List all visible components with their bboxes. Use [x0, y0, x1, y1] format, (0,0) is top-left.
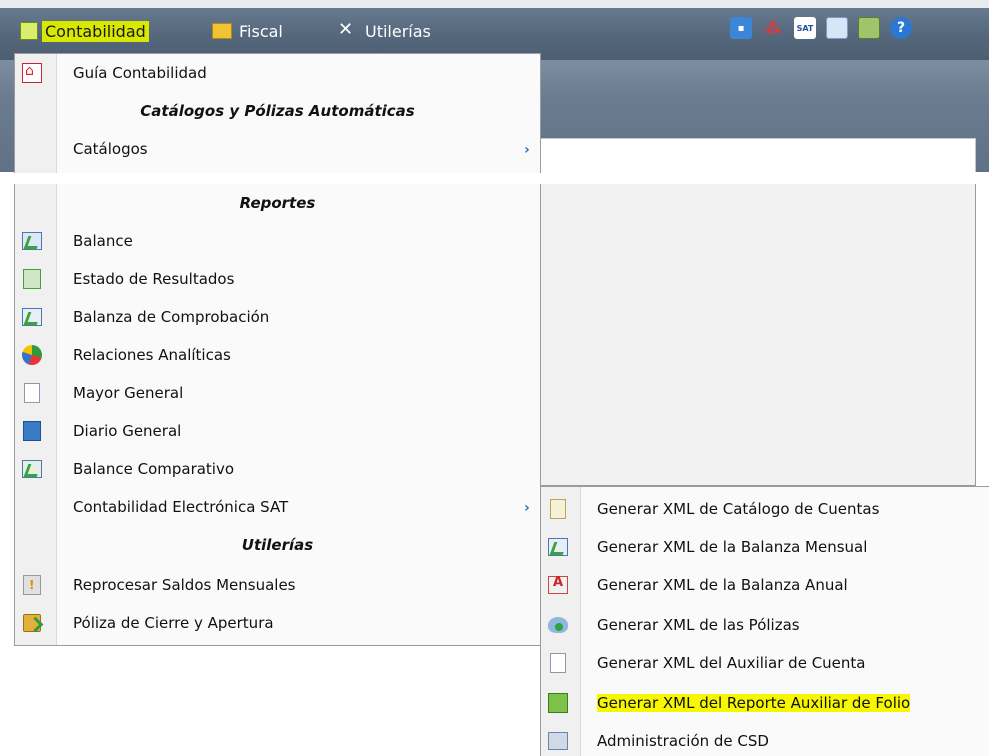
submenu-item-label: Administración de CSD [597, 732, 769, 750]
top-border [0, 0, 989, 8]
menu-item-label: Relaciones Analíticas [73, 346, 231, 364]
submenu-item-xml-auxiliar-folio[interactable]: Generar XML del Reporte Auxiliar de Foli… [541, 684, 989, 722]
menu-item-label: Estado de Resultados [73, 270, 235, 288]
menu-item-reprocesar-saldos[interactable]: Reprocesar Saldos Mensuales [15, 566, 540, 604]
xml-folio-icon [547, 692, 569, 714]
menu-item-label: Balance [73, 232, 133, 250]
menu-item-label: Balanza de Comprobación [73, 308, 270, 326]
content-panel [540, 184, 976, 486]
document-icon [547, 652, 569, 674]
menu-item-diario-general[interactable]: Diario General [15, 412, 540, 450]
menu-header-label: Utilerías [241, 536, 314, 554]
calculator-icon[interactable] [826, 17, 848, 39]
submenu-item-label: Generar XML de la Balanza Anual [597, 576, 848, 594]
menu-contabilidad-label: Contabilidad [42, 20, 149, 42]
menu-item-label: Reprocesar Saldos Mensuales [73, 576, 296, 594]
submenu-item-label: Generar XML del Reporte Auxiliar de Foli… [597, 694, 911, 712]
menu-item-label: Mayor General [73, 384, 184, 402]
catalog-icon [547, 498, 569, 520]
menu-item-label: Catálogos [73, 140, 148, 158]
pdf-icon [21, 62, 43, 84]
menu-item-label: Contabilidad Electrónica SAT [73, 498, 289, 516]
menu-item-mayor-general[interactable]: Mayor General [15, 374, 540, 412]
chart-check-icon [547, 536, 569, 558]
menu-fiscal[interactable]: Fiscal [212, 16, 286, 46]
menu-header-label: Reportes [239, 194, 316, 212]
menu-header-utilerias: Utilerías [15, 526, 540, 564]
folder-icon [212, 23, 232, 39]
menu-header-reportes: Reportes [15, 184, 540, 222]
separator-gap [0, 172, 989, 184]
video-icon[interactable]: ▪ [730, 17, 752, 39]
chevron-right-icon: › [524, 142, 530, 158]
menu-item-label: Balance Comparativo [73, 460, 235, 478]
menu-item-label: Póliza de Cierre y Apertura [73, 614, 274, 632]
content-area [540, 138, 976, 172]
menu-item-poliza-cierre-apertura[interactable]: Póliza de Cierre y Apertura [15, 604, 540, 642]
submenu-item-label: Generar XML de Catálogo de Cuentas [597, 500, 880, 518]
ledger-icon [20, 22, 38, 40]
document-icon [21, 382, 43, 404]
submenu-item-label: Generar XML de la Balanza Mensual [597, 538, 868, 556]
tools-icon: ✕ [338, 19, 354, 40]
menu-fiscal-label: Fiscal [239, 21, 283, 41]
menu-item-balanza-comprobacion[interactable]: Balanza de Comprobación [15, 298, 540, 336]
exit-door-icon[interactable] [858, 17, 880, 39]
green-document-icon [21, 268, 43, 290]
menu-item-relaciones-analiticas[interactable]: Relaciones Analíticas [15, 336, 540, 374]
submenu-item-xml-balanza-anual[interactable]: Generar XML de la Balanza Anual [541, 566, 989, 604]
menu-item-balance[interactable]: Balance [15, 222, 540, 260]
submenu-item-label: Generar XML del Auxiliar de Cuenta [597, 654, 866, 672]
menu-item-guia-contabilidad[interactable]: Guía Contabilidad [15, 54, 540, 92]
warning-icon [21, 574, 43, 596]
submenu-item-xml-balanza-mensual[interactable]: Generar XML de la Balanza Mensual [541, 528, 989, 566]
submenu-item-administracion-csd[interactable]: Administración de CSD [541, 722, 989, 756]
contabilidad-menu-top: Guía Contabilidad Catálogos y Pólizas Au… [14, 53, 541, 173]
sat-submenu: Generar XML de Catálogo de Cuentas Gener… [540, 486, 989, 756]
lock-icon [21, 612, 43, 634]
chart-check-icon [21, 306, 43, 328]
menu-utilerias[interactable]: ✕ Utilerías [338, 16, 434, 46]
policy-icon [547, 614, 569, 636]
compare-icon [21, 458, 43, 480]
blue-book-icon [21, 420, 43, 442]
menu-item-contabilidad-electronica-sat[interactable]: Contabilidad Electrónica SAT › [15, 488, 540, 526]
menu-header-label: Catálogos y Pólizas Automáticas [140, 102, 415, 120]
menu-item-catalogos[interactable]: Catálogos › [15, 130, 540, 168]
pie-chart-icon [21, 344, 43, 366]
submenu-item-label: Generar XML de las Pólizas [597, 616, 800, 634]
menu-item-label: Diario General [73, 422, 182, 440]
submenu-item-xml-polizas[interactable]: Generar XML de las Pólizas [541, 606, 989, 644]
annual-balance-icon [547, 574, 569, 596]
menu-header-catalogos-polizas: Catálogos y Pólizas Automáticas [15, 92, 540, 130]
menu-item-label: Guía Contabilidad [73, 64, 207, 82]
menu-bar: Contabilidad Fiscal ✕ Utilerías ▪ ⁂ SAT … [0, 0, 989, 60]
menu-item-estado-resultados[interactable]: Estado de Resultados [15, 260, 540, 298]
menu-utilerias-label: Utilerías [365, 21, 431, 41]
contabilidad-menu-reports: Reportes Balance Estado de Resultados Ba… [14, 184, 541, 646]
network-icon[interactable]: ⁂ [762, 17, 784, 39]
submenu-item-xml-catalogo[interactable]: Generar XML de Catálogo de Cuentas [541, 490, 989, 528]
menu-contabilidad[interactable]: Contabilidad [20, 16, 149, 46]
toolbar-icons: ▪ ⁂ SAT ? [730, 14, 912, 42]
sat-icon[interactable]: SAT [794, 17, 816, 39]
balance-icon [21, 230, 43, 252]
csd-icon [547, 730, 569, 752]
chevron-right-icon: › [524, 500, 530, 516]
help-icon[interactable]: ? [890, 17, 912, 39]
submenu-item-xml-auxiliar-cuenta[interactable]: Generar XML del Auxiliar de Cuenta [541, 644, 989, 682]
menu-item-balance-comparativo[interactable]: Balance Comparativo [15, 450, 540, 488]
